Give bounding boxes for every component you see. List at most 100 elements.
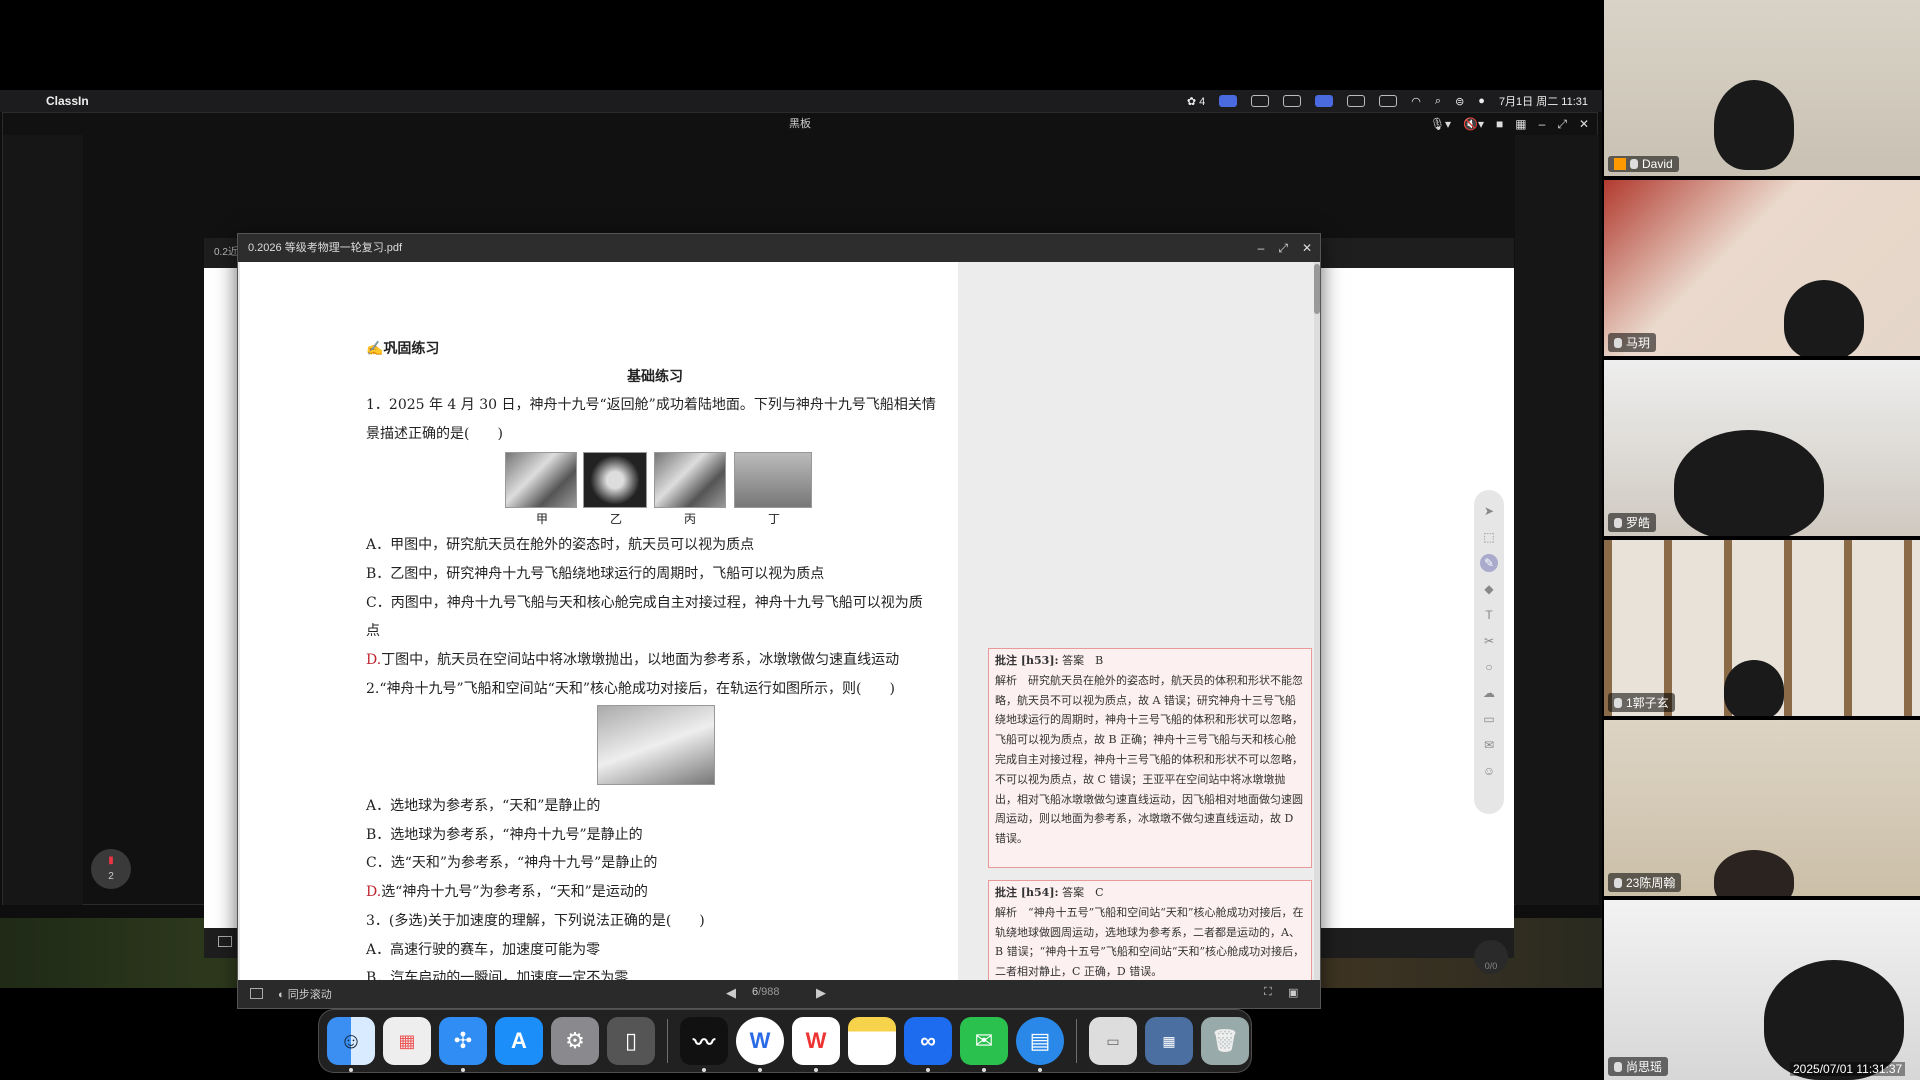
wechat-status-icon[interactable]: ✿ 4	[1187, 95, 1205, 108]
layout-grid-icon[interactable]: ▦	[1515, 113, 1526, 135]
wps-menu-icon[interactable]	[1251, 95, 1270, 107]
feishu-menu-icon[interactable]	[1283, 95, 1302, 107]
screen-share-icon[interactable]	[1219, 95, 1238, 107]
wifi-icon[interactable]: ◠	[1411, 95, 1421, 108]
sidebar-panel-icon[interactable]	[250, 988, 263, 999]
video-tile-6[interactable]: 尚思瑶	[1604, 900, 1920, 1080]
scissors-tool-icon[interactable]: ✂	[1481, 632, 1497, 650]
fit-page-icon[interactable]: ⛶	[1264, 986, 1272, 999]
pdf-viewport[interactable]: ✍巩固练习 基础练习 1．2025 年 4 月 30 日，神舟十九号“返回舱”成…	[238, 262, 1320, 980]
dock-running-dot	[926, 1068, 930, 1072]
document-icon[interactable]: ▭	[1089, 1017, 1137, 1065]
comment-h54-body: 解析 “神舟十五号”飞船和空间站“天和”核心舱成功对接后，在轨绕地球做圆周运动，…	[995, 905, 1305, 979]
section-title: ✍巩固练习	[366, 341, 440, 357]
participant-silhouette	[1784, 280, 1864, 356]
sidebar-toggle-icon[interactable]	[218, 936, 232, 947]
pdf-maximize-icon[interactable]: ⤢	[1278, 234, 1288, 262]
video-label: 罗皓	[1608, 513, 1657, 532]
prev-page-icon[interactable]: ◀	[726, 985, 736, 1001]
video-label: 23陈周翰	[1608, 873, 1682, 892]
minimize-icon[interactable]: –	[1539, 113, 1546, 135]
participant-name: 马玥	[1626, 336, 1651, 350]
control-center-icon[interactable]: ⊜	[1455, 95, 1464, 108]
tencent-meeting-icon[interactable]: ∞	[904, 1017, 952, 1072]
input-method-icon[interactable]	[1347, 95, 1366, 107]
screenshot-folder-icon[interactable]: ▦	[1145, 1017, 1193, 1065]
appstore-icon[interactable]: A	[495, 1017, 543, 1065]
pdf-minimize-icon[interactable]: –	[1258, 234, 1265, 262]
close-icon[interactable]: ✕	[1579, 113, 1589, 135]
counter-button[interactable]: 0/0	[1474, 940, 1508, 974]
menu-datetime[interactable]: 7月1日 周二 11:31	[1499, 93, 1588, 109]
mic-icon	[1630, 159, 1638, 169]
iphone-mirroring-icon[interactable]: ▯	[607, 1017, 655, 1065]
siri-icon[interactable]: ●	[1478, 95, 1485, 107]
feishu-icon[interactable]: 〰	[680, 1017, 728, 1072]
mac-desktop: ClassIn ✿ 4 ◠ ⌕ ⊜ ● 7月1日 周二 11:31 黑板 🎙▾ …	[0, 90, 1602, 1073]
pdf-close-icon[interactable]: ✕	[1302, 234, 1312, 262]
participant-name: David	[1642, 157, 1673, 171]
wechat-icon[interactable]: ✉	[960, 1017, 1008, 1072]
dock-running-dot	[349, 1068, 353, 1072]
video-tile-1[interactable]: David	[1604, 0, 1920, 176]
pdf-file-icon: ▮	[108, 855, 114, 866]
pdf-file-button[interactable]: ▮ 2	[91, 849, 131, 889]
video-tile-4[interactable]: 1郭子玄	[1604, 540, 1920, 716]
pdf-scrollbar[interactable]	[1314, 262, 1320, 980]
video-label: David	[1608, 156, 1679, 172]
video-tile-3[interactable]: 罗皓	[1604, 360, 1920, 536]
q3-stem: 3．(多选)关于加速度的理解，下列说法正确的是( )	[366, 913, 705, 929]
caption-yi: 乙	[610, 512, 623, 526]
video-label: 1郭子玄	[1608, 693, 1675, 712]
fullscreen-icon[interactable]: ▣	[1288, 986, 1298, 999]
pointer-tool-icon[interactable]: ➤	[1481, 502, 1497, 520]
next-page-icon[interactable]: ▶	[816, 985, 826, 1001]
video-tile-5[interactable]: 23陈周翰	[1604, 720, 1920, 896]
cloud-tool-icon[interactable]: ☁	[1481, 684, 1497, 702]
dock-running-dot	[814, 1068, 818, 1072]
video-label: 马玥	[1608, 333, 1657, 352]
video-panel: David 马玥 罗皓 1郭子玄 23陈周翰 尚思瑶	[1602, 0, 1920, 1080]
q1-option-c: C．丙图中，神舟十九号飞船与天和核心舱完成自主对接过程，神舟十九号飞船可以视为质	[366, 595, 923, 611]
camera-icon[interactable]: ■	[1496, 113, 1503, 135]
safari-icon[interactable]: ✣	[439, 1017, 487, 1072]
select-tool-icon[interactable]: ⬚	[1481, 528, 1497, 546]
reader-icon[interactable]: ▤	[1016, 1017, 1064, 1072]
wps-w-icon[interactable]: W	[736, 1017, 784, 1072]
text-tool-icon[interactable]: T	[1481, 606, 1497, 624]
battery-icon[interactable]	[1379, 95, 1398, 107]
file-tool-icon[interactable]: ▭	[1481, 710, 1497, 728]
page-indicator[interactable]: 6/988	[752, 986, 780, 998]
recording-timestamp: 2025/07/01 11:31:37	[1790, 1062, 1906, 1076]
chat-tool-icon[interactable]: ✉	[1481, 736, 1497, 754]
comment-h53[interactable]: 批注 [h53]: 答案 B 解析 研究航天员在舱外的姿态时，航天员的体积和形状…	[988, 648, 1312, 868]
mic-icon	[1614, 337, 1622, 348]
right-panel	[1515, 135, 1599, 905]
sync-scroll-toggle[interactable]: ◐ 同步滚动	[278, 986, 332, 1002]
video-tile-2[interactable]: 马玥	[1604, 180, 1920, 356]
wps-office-icon[interactable]: W	[792, 1017, 840, 1072]
restore-icon[interactable]: ⤢	[1557, 113, 1567, 135]
launchpad-icon[interactable]: ▦	[383, 1017, 431, 1065]
speaker-settings-icon[interactable]: 🔇▾	[1463, 113, 1484, 135]
settings-icon[interactable]: ⚙	[551, 1017, 599, 1065]
pdf-file-badge: 2	[108, 871, 114, 882]
participant-name: 23陈周翰	[1626, 876, 1676, 890]
window-icon[interactable]	[1315, 95, 1334, 107]
pdf-scroll-thumb[interactable]	[1314, 264, 1320, 314]
comment-h54[interactable]: 批注 [h54]: 答案 C 解析 “神舟十五号”飞船和空间站“天和”核心舱成功…	[988, 880, 1312, 980]
board-tab[interactable]: 0.2近	[214, 247, 238, 258]
shape-tool-icon[interactable]: ○	[1481, 658, 1497, 676]
app-name[interactable]: ClassIn	[46, 94, 89, 108]
mic-settings-icon[interactable]: 🎙▾	[1430, 113, 1451, 135]
eraser-tool-icon[interactable]: ◆	[1481, 580, 1497, 598]
users-tool-icon[interactable]: ☺	[1481, 762, 1497, 780]
finder-icon[interactable]: ☺	[327, 1017, 375, 1072]
mic-icon	[1614, 697, 1622, 708]
classin-titlebar: 黑板 🎙▾ 🔇▾ ■ ▦ – ⤢ ✕	[3, 113, 1597, 135]
dock-separator	[667, 1019, 668, 1063]
trash-icon[interactable]: 🗑	[1201, 1017, 1249, 1065]
pen-tool-icon[interactable]: ✎	[1480, 554, 1498, 572]
spotlight-icon[interactable]: ⌕	[1435, 95, 1441, 108]
notes-icon[interactable]	[848, 1017, 896, 1065]
